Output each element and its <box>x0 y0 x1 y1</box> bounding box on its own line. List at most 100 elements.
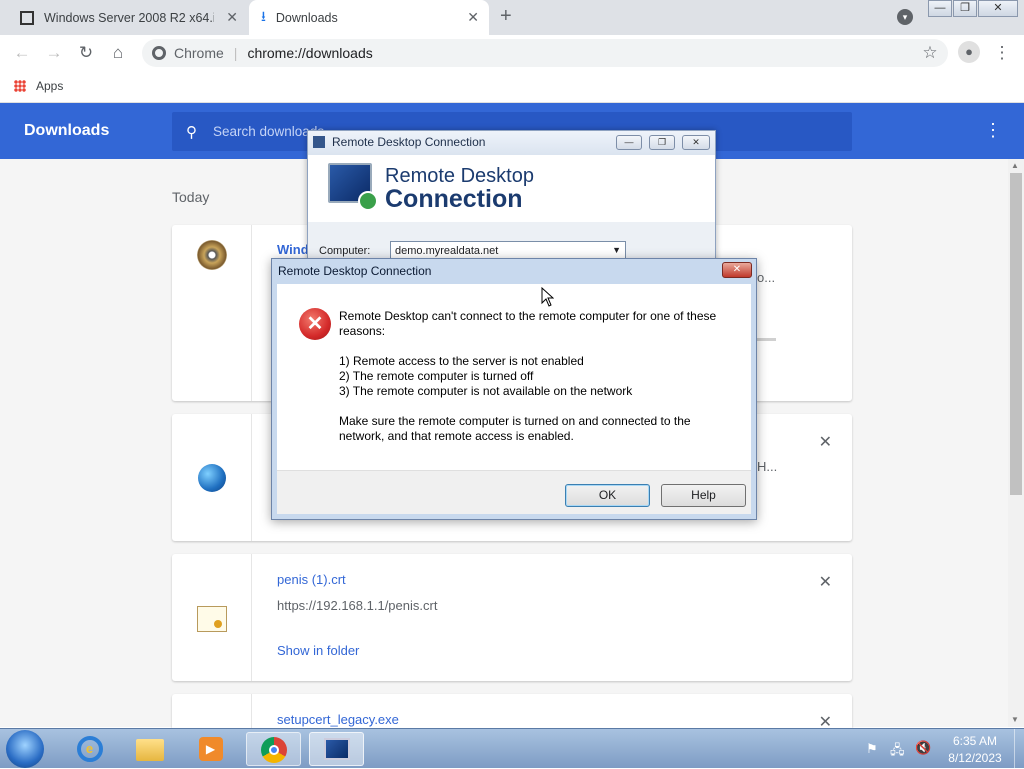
show-in-folder-link[interactable]: Show in folder <box>277 643 359 658</box>
forward-button[interactable]: → <box>42 41 66 65</box>
computer-label: Computer: <box>319 245 371 257</box>
taskbar-chrome[interactable] <box>246 732 301 766</box>
tab-favicon-icon <box>20 10 34 25</box>
reason-1: 1) Remote access to the server is not en… <box>339 354 584 368</box>
flag-icon[interactable]: ⚑ <box>866 741 878 757</box>
taskbar-rdc[interactable] <box>309 732 364 766</box>
profile-avatar[interactable]: ● <box>958 41 980 63</box>
url-text: chrome://downloads <box>247 45 373 61</box>
apps-label: Apps <box>36 79 64 93</box>
tab-search-icon[interactable]: ▾ <box>897 9 913 25</box>
remove-item-icon[interactable]: ✕ <box>819 432 832 452</box>
certificate-icon <box>197 606 227 632</box>
error-icon: ✕ <box>299 308 331 340</box>
ie-icon: e <box>76 736 103 762</box>
truncated-text: o... <box>757 270 776 285</box>
home-button[interactable]: ⌂ <box>106 41 130 65</box>
dialog-titlebar: Remote Desktop Connection <box>272 259 756 283</box>
dialog-title: Remote Desktop Connection <box>278 264 432 278</box>
help-button[interactable]: Help <box>661 484 746 507</box>
remove-item-icon[interactable]: ✕ <box>819 572 832 592</box>
scrollbar[interactable]: ▲ ▼ <box>1008 159 1024 727</box>
bookmarks-bar: Apps <box>0 70 1024 103</box>
globe-icon <box>198 464 226 492</box>
media-player-icon: ▶ <box>198 737 223 761</box>
close-window-button[interactable]: ✕ <box>978 0 1018 17</box>
error-dialog: Remote Desktop Connection ✕ ✕ Remote Des… <box>271 258 757 520</box>
tab-title: Downloads <box>275 10 338 25</box>
start-button[interactable] <box>6 730 44 768</box>
show-desktop-button[interactable] <box>1014 729 1024 769</box>
clock-date[interactable]: 8/12/2023 <box>940 751 1010 765</box>
rdc-brand-line2: Connection <box>385 185 523 213</box>
file-name[interactable]: Wind <box>277 242 309 257</box>
icon-column <box>172 225 252 401</box>
close-tab-icon[interactable]: ✕ <box>226 9 238 26</box>
close-tab-icon[interactable]: ✕ <box>467 9 479 26</box>
tab-title: Windows Server 2008 R2 x64.iso <box>44 10 214 25</box>
dialog-footer: OK Help <box>277 470 751 514</box>
site-label: Chrome <box>174 45 224 61</box>
scroll-down-icon[interactable]: ▼ <box>1011 715 1019 724</box>
volume-muted-icon[interactable]: 🔇 <box>915 740 931 756</box>
ok-button[interactable]: OK <box>565 484 650 507</box>
search-icon: ⚲ <box>186 123 197 141</box>
chevron-down-icon[interactable]: ▼ <box>612 245 621 255</box>
new-tab-button[interactable]: + <box>500 5 512 28</box>
restore-button[interactable]: ❐ <box>953 0 977 17</box>
address-bar[interactable]: Chrome | chrome://downloads <box>142 39 948 67</box>
icon-column <box>172 554 252 681</box>
dialog-close-button[interactable]: ✕ <box>722 262 752 278</box>
section-heading: Today <box>172 189 210 205</box>
progress-remnant <box>757 338 776 341</box>
reason-2: 2) The remote computer is turned off <box>339 369 534 383</box>
icon-column <box>172 414 252 541</box>
back-button[interactable]: ← <box>10 41 34 65</box>
rdc-app-icon <box>313 136 325 148</box>
reason-3: 3) The remote computer is not available … <box>339 384 633 398</box>
reload-button[interactable]: ↻ <box>74 41 98 65</box>
more-actions-icon[interactable]: ⋮ <box>984 120 1002 141</box>
chrome-icon <box>152 46 166 60</box>
rdc-title: Remote Desktop Connection <box>332 135 486 149</box>
truncated-text: H... <box>757 459 778 474</box>
tab-iso[interactable]: Windows Server 2008 R2 x64.iso ✕ <box>8 0 248 35</box>
toolbar: ← → ↻ ⌂ Chrome | chrome://downloads ☆ ● … <box>0 35 1024 70</box>
taskbar-media-player[interactable]: ▶ <box>183 732 238 766</box>
taskbar-explorer[interactable] <box>122 732 177 766</box>
rdc-minimize-button[interactable]: — <box>616 135 642 150</box>
computer-value: demo.myrealdata.net <box>395 245 499 257</box>
bookmark-star-icon[interactable]: ☆ <box>918 41 942 65</box>
scroll-up-icon[interactable]: ▲ <box>1011 161 1019 170</box>
file-url[interactable]: https://192.168.1.1/penis.crt <box>277 598 437 613</box>
file-name-link[interactable]: penis (1).crt <box>277 572 346 587</box>
apps-grid-icon <box>14 80 26 92</box>
rdc-window: Remote Desktop Connection — ❐ ✕ Remote D… <box>307 130 716 270</box>
rdc-monitor-icon <box>328 163 378 211</box>
menu-kebab-icon[interactable]: ⋮ <box>990 41 1014 65</box>
minimize-button[interactable]: — <box>928 0 952 17</box>
clock-time[interactable]: 6:35 AM <box>940 734 1010 748</box>
dialog-body: ✕ Remote Desktop can't connect to the re… <box>277 284 751 470</box>
mouse-cursor-icon <box>541 287 554 307</box>
page-title: Downloads <box>24 122 110 139</box>
network-icon[interactable]: 🖧 <box>890 741 905 763</box>
rdc-close-button[interactable]: ✕ <box>682 135 710 150</box>
apps-shortcut[interactable]: Apps <box>14 79 63 93</box>
rdc-taskbar-icon <box>323 738 350 760</box>
rdc-banner: Remote Desktop Connection <box>308 155 715 222</box>
download-item: penis (1).crt https://192.168.1.1/penis.… <box>172 554 852 681</box>
folder-icon <box>135 739 164 761</box>
address-divider: | <box>233 45 238 61</box>
taskbar-ie[interactable]: e <box>62 732 117 766</box>
file-name-link[interactable]: setupcert_legacy.exe <box>277 712 399 727</box>
disc-icon <box>197 240 227 270</box>
error-intro: Remote Desktop can't connect to the remo… <box>339 309 717 338</box>
scrollbar-thumb[interactable] <box>1010 173 1022 495</box>
taskbar: e ▶ ⚑ 🖧 🔇 6:35 AM 8/12/2023 <box>0 728 1024 769</box>
chrome-app-icon <box>260 737 287 763</box>
tab-strip: Windows Server 2008 R2 x64.iso ✕ ⭳ Downl… <box>0 0 1024 35</box>
tab-downloads[interactable]: ⭳ Downloads ✕ <box>249 0 489 35</box>
rdc-maximize-button[interactable]: ❐ <box>649 135 675 150</box>
error-outro: Make sure the remote computer is turned … <box>339 414 691 443</box>
